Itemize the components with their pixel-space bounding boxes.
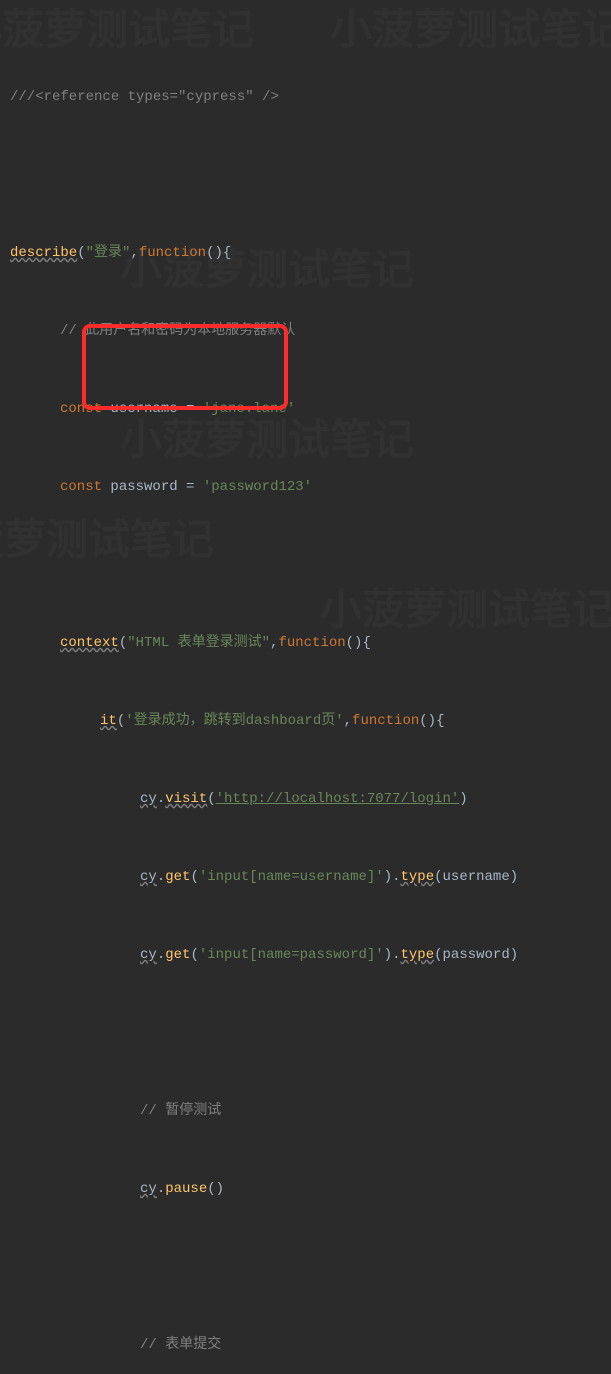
cy-object: cy [140, 791, 157, 807]
pause-comment: // 暂停测试 [140, 1103, 221, 1119]
it-call: it [100, 713, 117, 729]
describe-call: describe [10, 245, 77, 261]
submit-comment: // 表单提交 [140, 1337, 221, 1353]
reference-comment: ///<reference types="cypress" /> [10, 89, 279, 105]
user-comment: // 此用户名和密码为本地服务器默认 [60, 323, 295, 339]
context-call: context [60, 635, 119, 651]
pause-method: pause [165, 1181, 207, 1197]
code-editor[interactable]: ///<reference types="cypress" /> describ… [0, 0, 611, 1374]
code-content: ///<reference types="cypress" /> describ… [0, 6, 611, 1374]
visit-url: 'http://localhost:7077/login' [216, 791, 460, 807]
